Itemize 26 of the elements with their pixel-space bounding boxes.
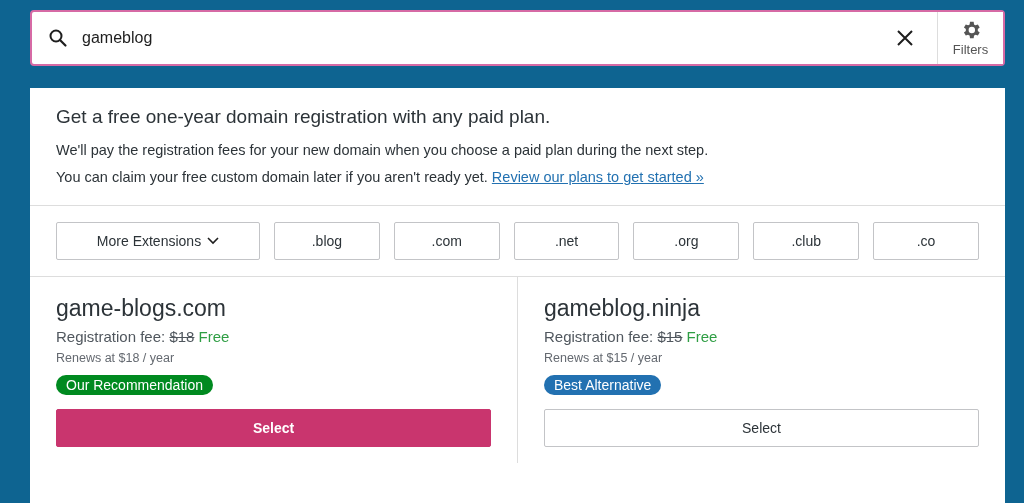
registration-fee: Registration fee: $15 Free bbox=[544, 328, 719, 345]
select-button[interactable]: Select bbox=[544, 409, 979, 447]
plans-link[interactable]: Review our plans to get started » bbox=[491, 169, 704, 185]
registration-fee: Registration fee: $18 Free bbox=[56, 328, 231, 345]
renewal-price: Renews at $15 / year bbox=[544, 351, 664, 365]
select-button[interactable]: Select bbox=[56, 409, 491, 447]
extension-button[interactable]: .co bbox=[873, 222, 979, 260]
extension-button[interactable]: .net bbox=[513, 222, 620, 260]
notice-text: We'll pay the registration fees for your new domain when you choose a paid plan during the next step. bbox=[56, 142, 710, 158]
domain-name: game-blogs.com bbox=[56, 295, 228, 322]
extension-button[interactable]: .org bbox=[633, 222, 740, 260]
chevron-icon bbox=[207, 237, 220, 245]
domain-name: gameblog.ninja bbox=[544, 295, 701, 322]
filters-button[interactable]: Filters bbox=[937, 12, 1003, 64]
extension-button[interactable]: .club bbox=[753, 222, 860, 260]
extension-button[interactable]: .com bbox=[393, 222, 500, 260]
search-icon bbox=[48, 28, 68, 48]
more-extensions-button[interactable]: More Extensions bbox=[56, 222, 260, 260]
domain-badge: Our Recommendation bbox=[56, 375, 213, 395]
extension-button[interactable]: .blog bbox=[274, 222, 380, 260]
notice-title: Get a free one-year domain registration with any paid plan. bbox=[56, 106, 552, 128]
search-field[interactable]: gameblog Filters bbox=[30, 10, 1005, 66]
domain-badge: Best Alternative bbox=[544, 375, 662, 395]
notice-text: You can claim your free custom domain later if you aren't ready yet. Review our plans to get started » bbox=[56, 169, 705, 185]
close-icon[interactable] bbox=[895, 28, 915, 48]
renewal-price: Renews at $18 / year bbox=[56, 351, 176, 365]
